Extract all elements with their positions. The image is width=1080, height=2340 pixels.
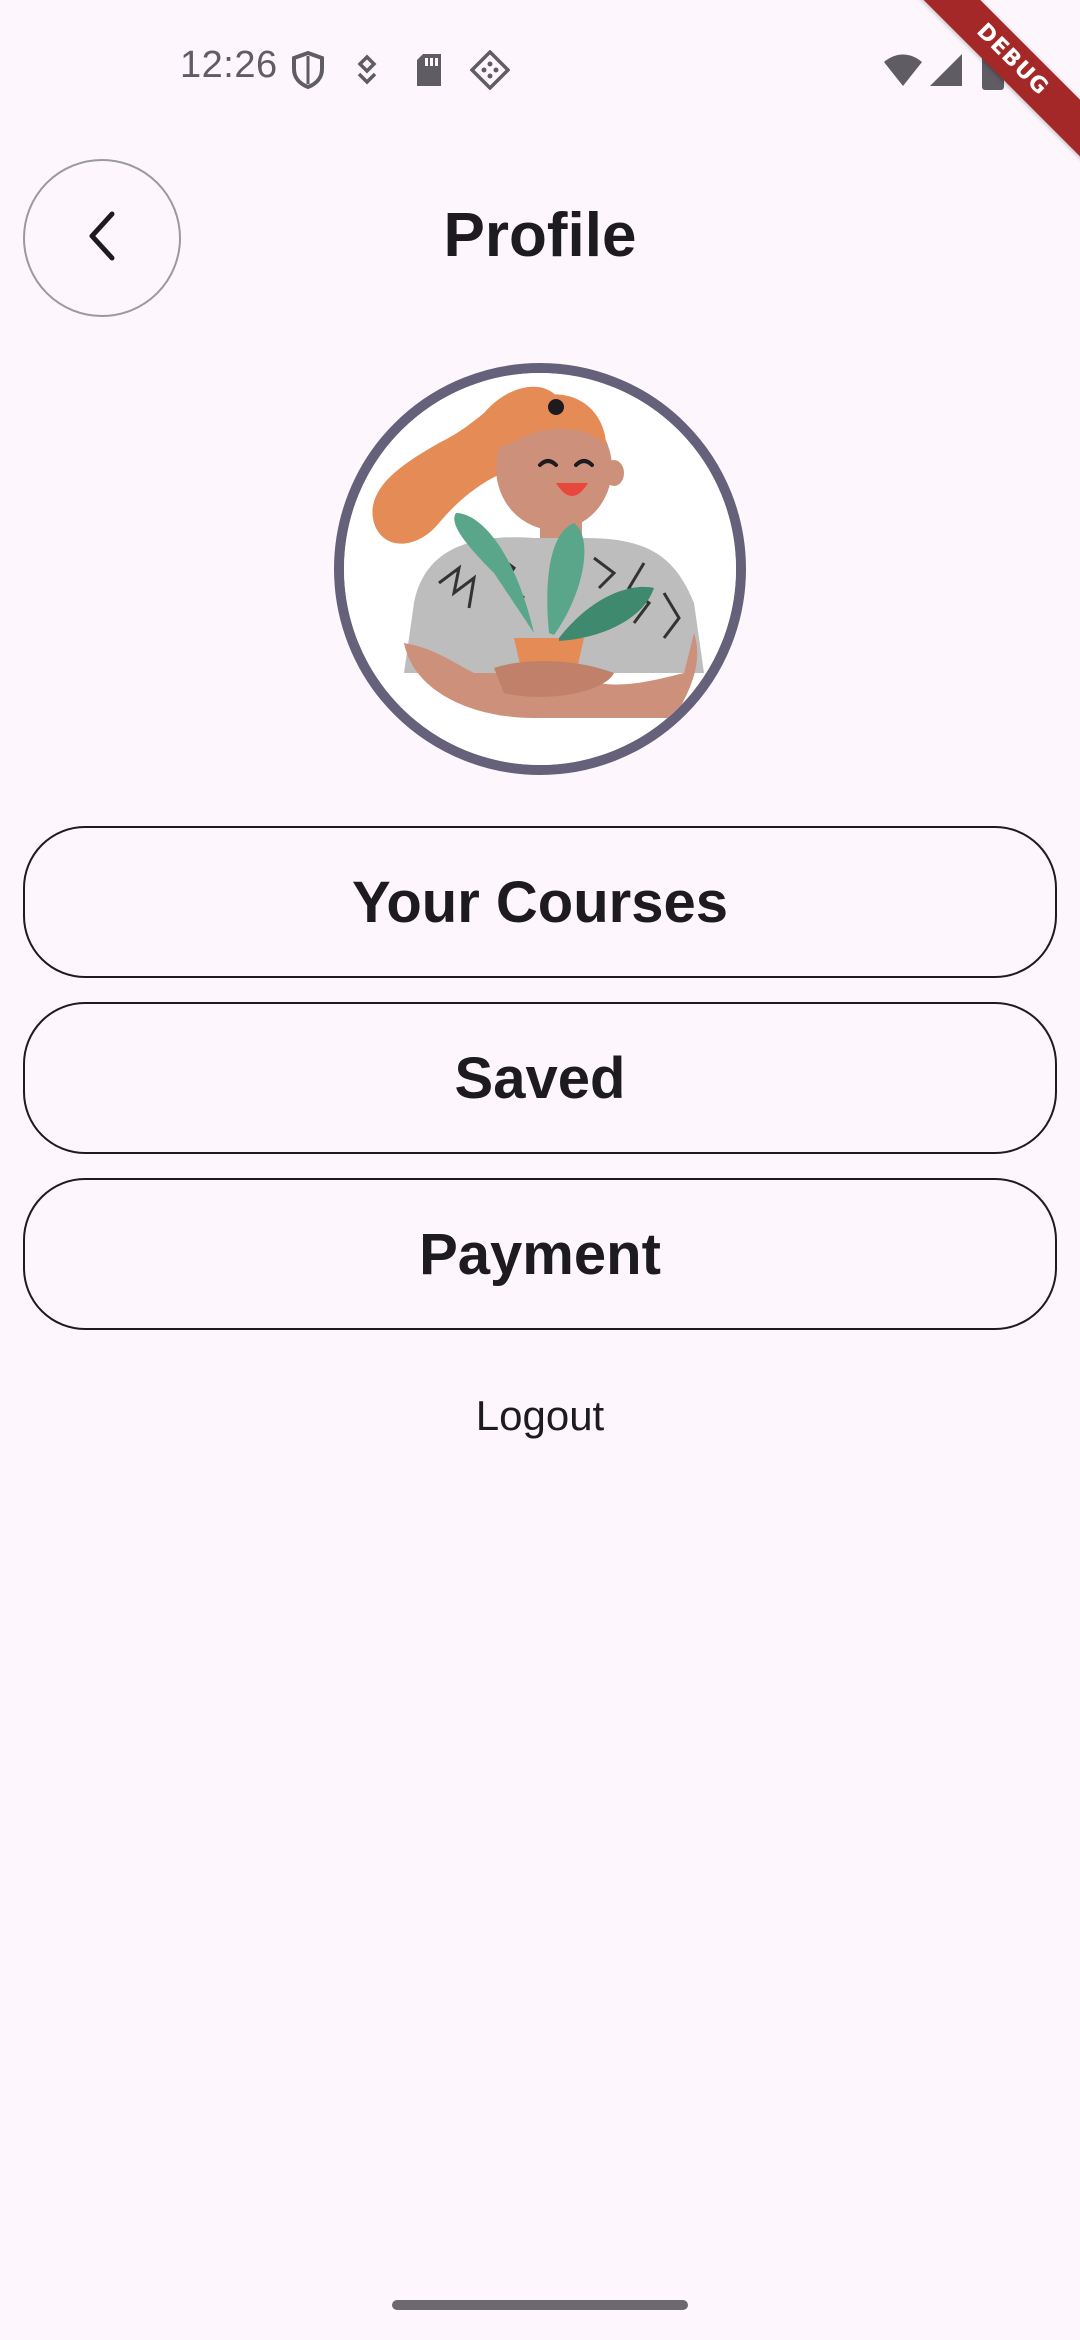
avatar [334,363,746,775]
home-indicator[interactable] [392,2300,688,2310]
wifi-icon [882,54,924,93]
status-time: 12:26 [180,44,278,86]
page-title: Profile [443,201,637,270]
app-icon [469,49,511,95]
location-icon [352,54,382,93]
status-bar: 12:26 [0,0,1080,140]
your-courses-button[interactable]: Your Courses [23,826,1057,978]
sd-card-icon [414,52,444,93]
logout-button[interactable]: Logout [0,1392,1080,1440]
signal-icon [928,52,964,93]
profile-avatar-illustration [344,373,736,765]
payment-button[interactable]: Payment [23,1178,1057,1330]
shield-icon [290,50,326,95]
saved-button[interactable]: Saved [23,1002,1057,1154]
